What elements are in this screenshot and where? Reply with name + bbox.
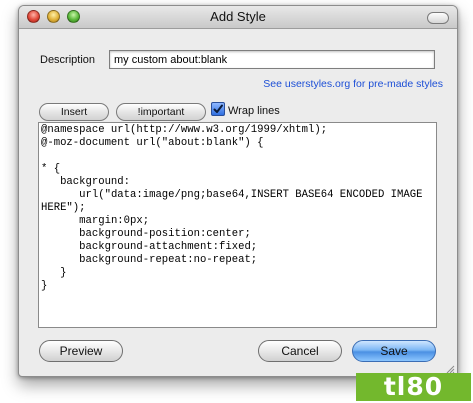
wrap-lines-label: Wrap lines	[228, 105, 280, 117]
checkmark-icon	[211, 102, 225, 116]
important-button[interactable]: !important	[116, 103, 206, 121]
cancel-button[interactable]: Cancel	[258, 340, 342, 362]
userstyles-link[interactable]: See userstyles.org for pre-made styles	[263, 78, 443, 90]
description-label: Description	[40, 54, 96, 66]
screenshot-stage: Add Style Description See userstyles.org…	[0, 0, 473, 403]
description-input[interactable]	[109, 50, 435, 69]
css-code-editor[interactable]: @namespace url(http://www.w3.org/1999/xh…	[38, 122, 437, 328]
window-title: Add Style	[210, 9, 266, 24]
save-button[interactable]: Save	[352, 340, 436, 362]
toolbar-toggle-button[interactable]	[427, 12, 449, 24]
insert-button[interactable]: Insert	[39, 103, 109, 121]
add-style-dialog: Add Style Description See userstyles.org…	[18, 5, 458, 377]
wrap-lines-checkbox[interactable]: Wrap lines	[211, 102, 280, 117]
title-bar[interactable]: Add Style	[19, 6, 457, 29]
tl80-logo: tl80	[356, 373, 471, 401]
preview-button[interactable]: Preview	[39, 340, 123, 362]
